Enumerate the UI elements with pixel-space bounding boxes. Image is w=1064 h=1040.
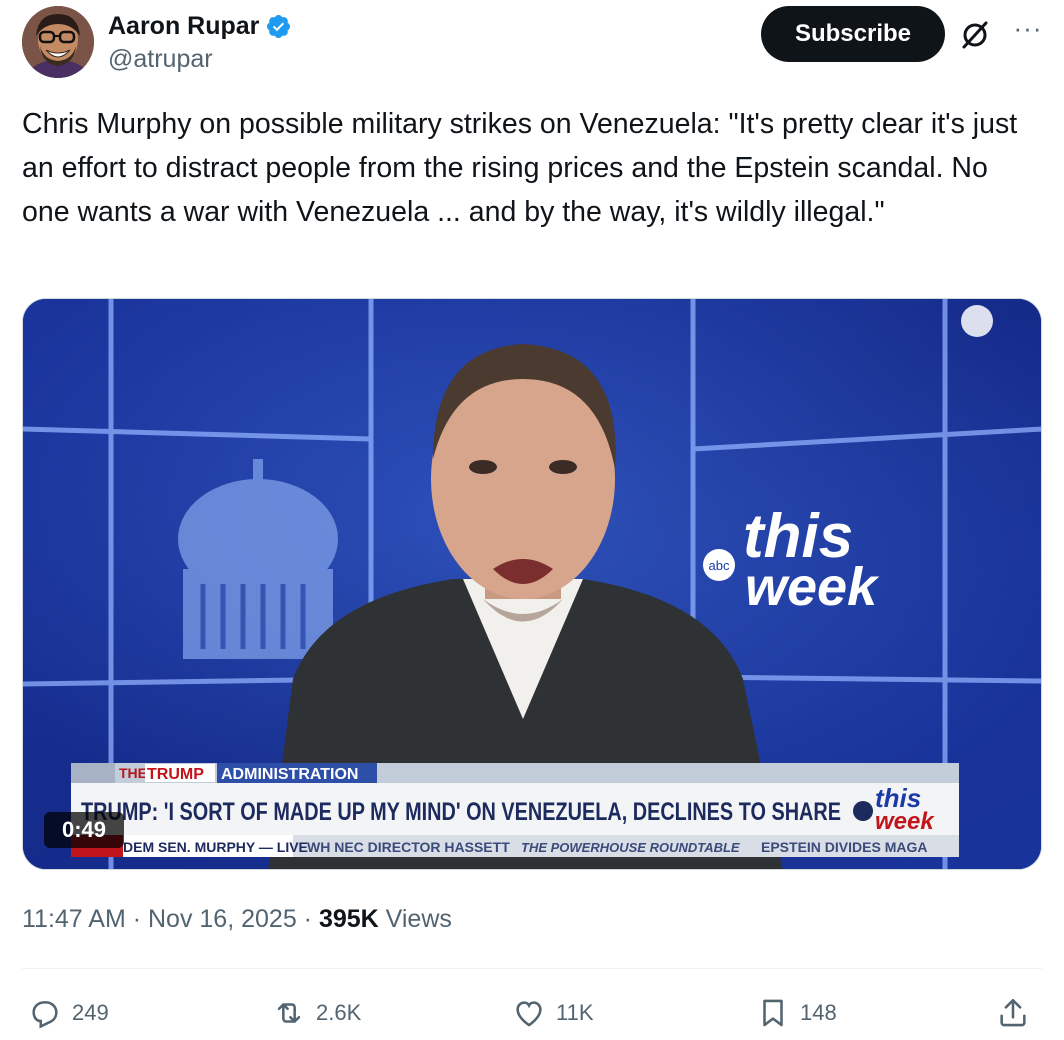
- views-label: Views: [378, 905, 452, 933]
- repost-icon: [277, 1003, 301, 1023]
- video-frame: abc this week THE TRUMP ADMINISTRATION T…: [23, 299, 1041, 869]
- banner-admin: ADMINISTRATION: [221, 766, 358, 783]
- tweet-date[interactable]: Nov 16, 2025: [148, 905, 297, 933]
- tweet-text: Chris Murphy on possible military strike…: [22, 108, 1018, 228]
- repost-count: 2.6K: [316, 1000, 362, 1025]
- avatar-image: [22, 6, 94, 78]
- banner-the: THE: [119, 765, 147, 781]
- reply-icon: [32, 1001, 58, 1029]
- tweet-time[interactable]: 11:47 AM: [22, 905, 126, 933]
- divider: [22, 968, 1042, 969]
- bookmark-icon: [763, 999, 783, 1027]
- video-player[interactable]: abc this week THE TRUMP ADMINISTRATION T…: [22, 298, 1042, 870]
- like-button[interactable]: 11K: [512, 990, 594, 1036]
- meta-separator: ·: [125, 905, 148, 933]
- meta-separator: ·: [296, 905, 319, 933]
- svg-text:week: week: [875, 808, 935, 835]
- ticker-item-4: EPSTEIN DIVIDES MAGA: [761, 839, 927, 855]
- grok-icon[interactable]: [960, 20, 990, 50]
- tweet-header: Aaron Rupar @atrupar Subscribe ···: [22, 6, 1052, 80]
- repost-button[interactable]: 2.6K: [272, 990, 361, 1036]
- verified-badge-icon[interactable]: [265, 13, 292, 40]
- video-duration-badge: 0:49: [44, 812, 124, 848]
- avatar[interactable]: [22, 6, 94, 78]
- video-headline: TRUMP: 'I SORT OF MADE UP MY MIND' ON VE…: [81, 798, 841, 826]
- author-name[interactable]: Aaron Rupar: [108, 10, 259, 42]
- ticker-item-1: DEM SEN. MURPHY — LIVE: [123, 839, 308, 855]
- show-title-line2: week: [745, 557, 880, 617]
- like-count: 11K: [556, 1000, 594, 1025]
- more-options-icon[interactable]: ···: [1008, 15, 1048, 46]
- banner-trump: TRUMP: [147, 766, 204, 783]
- action-bar: 249 2.6K 11K 148: [22, 990, 1042, 1036]
- network-logo-text: abc: [709, 558, 730, 573]
- share-icon: [1000, 998, 1026, 1027]
- bookmark-button[interactable]: 148: [756, 990, 837, 1036]
- reply-count: 249: [72, 1000, 109, 1025]
- subscribe-button[interactable]: Subscribe: [761, 6, 945, 62]
- ticker-item-3: THE POWERHOUSE ROUNDTABLE: [521, 840, 740, 855]
- author-handle[interactable]: @atrupar: [108, 42, 292, 76]
- reply-button[interactable]: 249: [28, 990, 109, 1036]
- tweet-meta: 11:47 AM · Nov 16, 2025 · 395K Views: [22, 902, 452, 936]
- heart-icon: [516, 1001, 542, 1027]
- share-button[interactable]: [996, 990, 1030, 1036]
- author-block: Aaron Rupar @atrupar: [108, 10, 292, 76]
- ticker-item-2: WH NEC DIRECTOR HASSETT: [307, 839, 510, 855]
- views-count: 395K: [318, 905, 379, 933]
- bookmark-count: 148: [800, 1000, 837, 1025]
